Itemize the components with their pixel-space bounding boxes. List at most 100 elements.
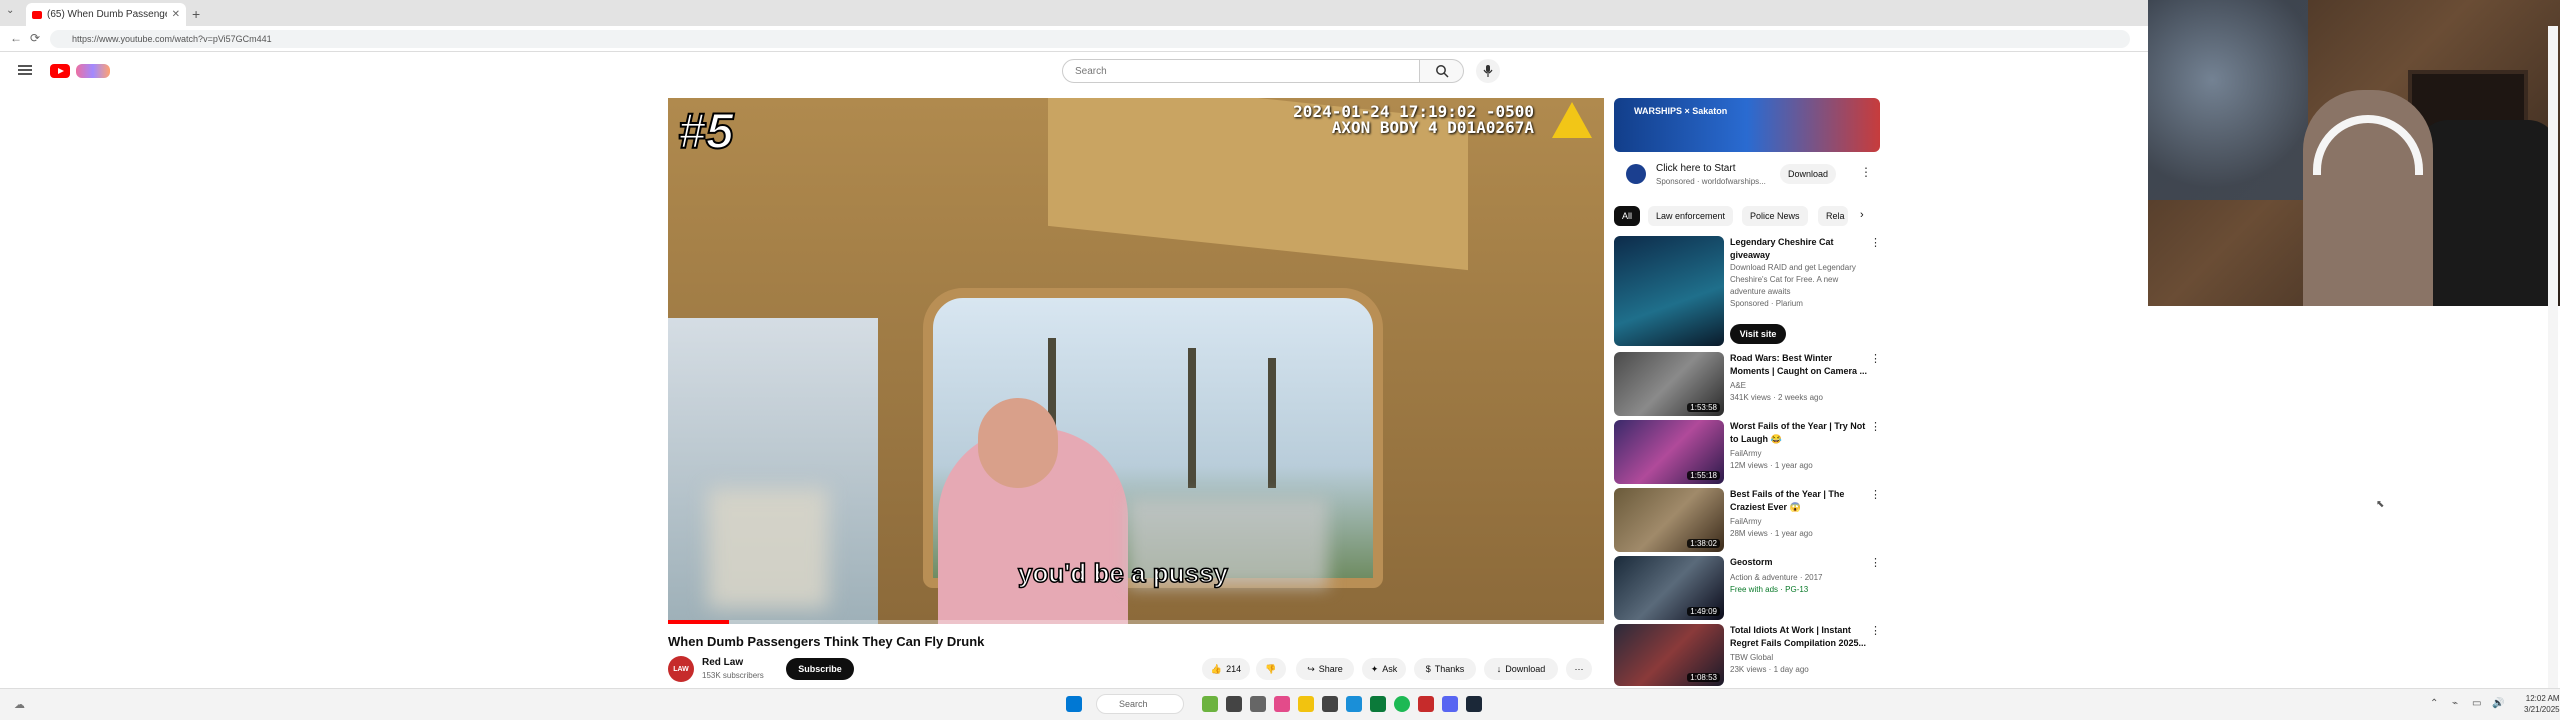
progress-fill (668, 620, 729, 624)
search-button[interactable] (1420, 59, 1464, 83)
chip-police-news[interactable]: Police News (1742, 206, 1808, 226)
thumbs-down-icon: 👎 (1265, 663, 1277, 674)
video-player[interactable]: #5 2024-01-24 17:19:02 -0500 AXON BODY 4… (668, 98, 1604, 624)
ad-title[interactable]: Click here to Start (1656, 163, 1735, 174)
taskbar-clock[interactable]: 12:02 AM 3/21/2025 (2524, 693, 2560, 715)
passenger-head (978, 398, 1058, 488)
more-icon[interactable]: ⋮ (1870, 236, 1881, 249)
search-placeholder: Search (1075, 65, 1107, 77)
volume-icon[interactable]: 🔊 (2492, 698, 2504, 709)
spotify-icon[interactable] (1394, 696, 1410, 712)
clock-date: 3/21/2025 (2524, 705, 2560, 714)
ask-label: Ask (1382, 664, 1398, 674)
url-field[interactable]: https://www.youtube.com/watch?v=pVi57GCm… (50, 30, 2130, 48)
chip-law-enforcement[interactable]: Law enforcement (1648, 206, 1734, 226)
recommended-thumbnail[interactable] (1614, 236, 1724, 346)
taskbar-app-icon[interactable] (1250, 696, 1266, 712)
ad-more-icon[interactable]: ⋮ (1860, 165, 1872, 179)
tab-title: (65) When Dumb Passenge (47, 9, 167, 20)
close-tab-icon[interactable]: ✕ (172, 9, 180, 20)
share-button[interactable]: ↪ Share (1296, 658, 1354, 680)
battery-icon[interactable]: ▭ (2472, 698, 2481, 709)
free-with-ads-label: Free with ads · PG-13 (1730, 585, 1809, 594)
recommended-title[interactable]: Geostorm (1730, 556, 1870, 569)
ad-banner[interactable]: WARSHIPS × Sakaton (1614, 98, 1880, 152)
new-tab-button[interactable]: + (192, 6, 200, 22)
palm-tree (1188, 348, 1196, 488)
thanks-button[interactable]: $ Thanks (1414, 658, 1476, 680)
subscribe-button[interactable]: Subscribe (786, 658, 854, 680)
recommended-thumbnail[interactable]: 1:53:58 (1614, 352, 1724, 416)
discord-icon[interactable] (1442, 696, 1458, 712)
reload-button[interactable]: ⟳ (30, 31, 40, 45)
sparkle-icon: ✦ (1370, 663, 1379, 674)
youtube-doodle[interactable] (76, 64, 110, 78)
ad-download-button[interactable]: Download (1780, 164, 1836, 184)
ad-banner-text: WARSHIPS × Sakaton (1634, 106, 1728, 116)
network-icon[interactable]: ⌁ (2452, 698, 2458, 709)
more-actions-button[interactable]: ⋯ (1566, 658, 1592, 680)
channel-avatar[interactable]: LAW (668, 656, 694, 682)
more-icon[interactable]: ⋮ (1870, 488, 1881, 501)
recommended-title[interactable]: Best Fails of the Year | The Craziest Ev… (1730, 488, 1870, 514)
thumbs-up-icon: 👍 (1210, 663, 1223, 674)
edge-browser-icon[interactable] (1346, 696, 1362, 712)
progress-bar[interactable] (668, 620, 1604, 624)
back-button[interactable]: ← (10, 31, 22, 45)
recommended-thumbnail[interactable]: 1:49:09 (1614, 556, 1724, 620)
mouse-cursor-icon: ⬉ (2376, 499, 2385, 510)
axon-logo-icon (1552, 102, 1592, 138)
taskbar-app-icon[interactable] (1274, 696, 1290, 712)
recommended-title[interactable]: Road Wars: Best Winter Moments | Caught … (1730, 352, 1870, 378)
recommended-channel: FailArmy (1730, 449, 1762, 458)
chevron-right-icon[interactable]: › (1860, 209, 1864, 221)
more-icon[interactable]: ⋮ (1870, 352, 1881, 365)
youtube-logo[interactable] (50, 64, 70, 78)
duration-badge: 1:38:02 (1687, 539, 1720, 548)
dislike-button[interactable]: 👎 (1256, 658, 1286, 680)
thanks-icon: $ (1425, 664, 1431, 674)
browser-tab[interactable]: (65) When Dumb Passenge ✕ (26, 3, 186, 26)
menu-icon[interactable] (18, 63, 32, 77)
chip-related[interactable]: Rela (1818, 206, 1848, 226)
download-button[interactable]: ↓ Download (1484, 658, 1558, 680)
taskbar-app-icon[interactable] (1226, 696, 1242, 712)
recommended-title[interactable]: Legendary Cheshire Cat giveaway (1730, 236, 1870, 262)
blurred-area (708, 488, 828, 608)
microphone-icon (1483, 65, 1493, 77)
more-icon[interactable]: ⋮ (1870, 420, 1881, 433)
scrollbar[interactable] (2548, 26, 2558, 688)
taskbar-search[interactable]: Search (1096, 694, 1184, 714)
steam-icon[interactable] (1466, 696, 1482, 712)
file-explorer-icon[interactable] (1298, 696, 1314, 712)
taskbar-app-icon[interactable] (1322, 696, 1338, 712)
recommended-thumbnail[interactable]: 1:08:53 (1614, 624, 1724, 686)
more-icon[interactable]: ⋮ (1870, 624, 1881, 637)
duration-badge: 1:55:18 (1687, 471, 1720, 480)
search-input[interactable]: Search (1062, 59, 1420, 83)
recommended-thumbnail[interactable]: 1:55:18 (1614, 420, 1724, 484)
recommended-channel: TBW Global (1730, 653, 1774, 662)
more-icon[interactable]: ⋮ (1870, 556, 1881, 569)
widgets-icon[interactable]: ☁ (14, 698, 25, 711)
channel-name[interactable]: Red Law (702, 657, 743, 668)
voice-search-button[interactable] (1476, 59, 1500, 83)
ask-button[interactable]: ✦ Ask (1362, 658, 1406, 680)
windows-start-icon[interactable] (1066, 696, 1082, 712)
taskbar-app-icon[interactable] (1418, 696, 1434, 712)
taskbar-app-icon[interactable] (1370, 696, 1386, 712)
gaming-chair (2418, 120, 2558, 306)
recommended-meta: adventure awaits (1730, 287, 1791, 296)
duration-badge: 1:49:09 (1687, 607, 1720, 616)
like-button[interactable]: 👍 214 (1202, 658, 1250, 680)
tray-chevron-icon[interactable]: ⌃ (2430, 698, 2438, 709)
recommended-meta: Action & adventure · 2017 (1730, 573, 1823, 582)
tab-list-button[interactable]: ⌄ (6, 5, 14, 16)
recommended-thumbnail[interactable]: 1:38:02 (1614, 488, 1724, 552)
wall-tapestry (2148, 0, 2308, 200)
chip-all[interactable]: All (1614, 206, 1641, 226)
visit-site-button[interactable]: Visit site (1730, 324, 1786, 344)
recommended-title[interactable]: Worst Fails of the Year | Try Not to Lau… (1730, 420, 1870, 446)
taskbar-app-icon[interactable] (1202, 696, 1218, 712)
recommended-title[interactable]: Total Idiots At Work | Instant Regret Fa… (1730, 624, 1870, 650)
